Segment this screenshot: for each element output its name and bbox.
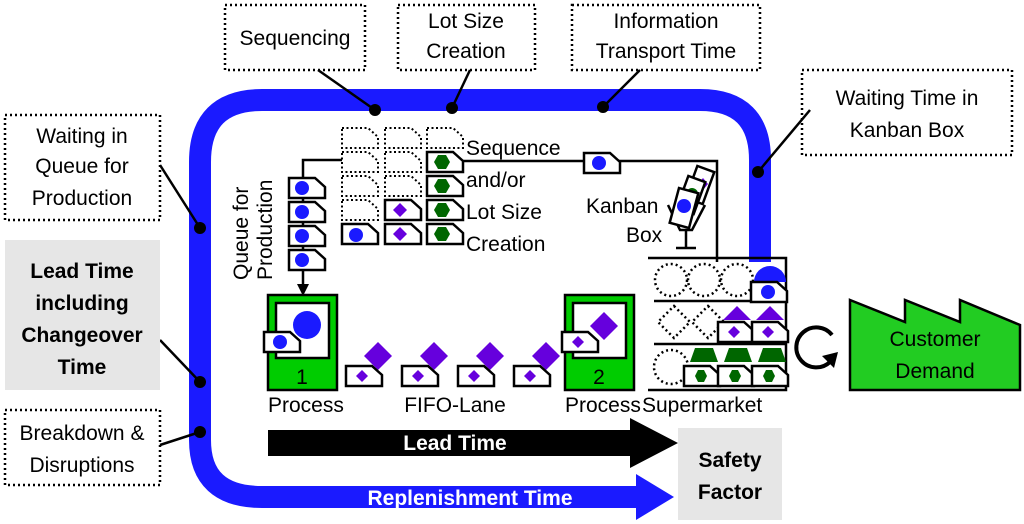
callout-lead-time-changeover: Lead Time including Changeover Time	[5, 240, 160, 390]
lead-time-diagram: Replenishment Time Sequencing Lot Size C…	[3, 3, 1022, 520]
callout-waiting-in-queue: Waiting in Queue for Production	[3, 113, 162, 222]
svg-text:Waiting Time in: Waiting Time in	[836, 87, 979, 110]
svg-text:Lead Time: Lead Time	[403, 432, 506, 455]
lead-time-arrow: Lead Time	[268, 418, 678, 468]
svg-text:Kanban Box: Kanban Box	[850, 119, 965, 142]
callout-lot-size-creation: Lot Size Creation	[396, 3, 537, 72]
svg-text:Lot Size: Lot Size	[428, 10, 504, 33]
svg-text:Disruptions: Disruptions	[29, 454, 134, 477]
fifo-lane	[344, 342, 560, 388]
svg-text:Lead Time: Lead Time	[30, 260, 133, 283]
process-1: 1	[262, 293, 339, 392]
svg-text:1: 1	[296, 366, 308, 389]
callout-sequencing: Sequencing	[223, 3, 367, 72]
svg-text:Kanban: Kanban	[586, 195, 658, 218]
sequencing-board: Sequence and/or Lot Size Creation	[340, 127, 561, 256]
svg-text:Queue for: Queue for	[35, 155, 128, 178]
svg-text:Queue for: Queue for	[230, 187, 253, 280]
queue-for-production: Queue for Production	[230, 158, 344, 296]
svg-text:Production: Production	[254, 180, 277, 280]
svg-text:Production: Production	[32, 187, 132, 210]
svg-text:Sequence: Sequence	[466, 137, 561, 160]
replenishment-arrowhead	[636, 474, 674, 520]
svg-text:Factor: Factor	[698, 481, 762, 504]
svg-text:Safety: Safety	[698, 449, 761, 472]
replenishment-time-label: Replenishment Time	[368, 487, 573, 510]
supermarket-label: Supermarket	[642, 394, 762, 417]
svg-text:Sequencing: Sequencing	[240, 27, 351, 50]
supermarket	[648, 256, 790, 392]
callout-breakdown-disruptions: Breakdown & Disruptions	[3, 408, 162, 487]
customer-demand: Customer Demand	[848, 298, 1022, 392]
svg-text:Changeover: Changeover	[21, 324, 142, 347]
svg-text:Waiting in: Waiting in	[36, 125, 127, 148]
svg-text:Creation: Creation	[426, 40, 505, 63]
process-1-label: Process	[268, 394, 344, 417]
svg-text:Information: Information	[613, 10, 718, 33]
svg-text:Creation: Creation	[466, 233, 545, 256]
safety-factor: Safety Factor	[678, 428, 782, 520]
svg-text:including: including	[35, 292, 128, 315]
svg-text:2: 2	[593, 366, 605, 389]
process-2-label: Process	[565, 394, 641, 417]
svg-text:and/or: and/or	[466, 169, 526, 192]
svg-text:Customer: Customer	[889, 328, 980, 351]
callout-waiting-time-kanban-box: Waiting Time in Kanban Box	[800, 68, 1014, 157]
svg-text:Lot Size: Lot Size	[466, 201, 542, 224]
svg-text:Box: Box	[626, 224, 663, 247]
svg-text:Time: Time	[58, 356, 107, 379]
process-2: 2	[560, 293, 636, 392]
svg-text:Demand: Demand	[895, 360, 974, 383]
svg-text:Transport Time: Transport Time	[596, 40, 736, 63]
svg-text:Breakdown &: Breakdown &	[20, 422, 145, 445]
fifo-lane-label: FIFO-Lane	[404, 394, 506, 417]
circular-arrow-icon	[794, 325, 838, 370]
callout-information-transport-time: Information Transport Time	[570, 3, 762, 72]
